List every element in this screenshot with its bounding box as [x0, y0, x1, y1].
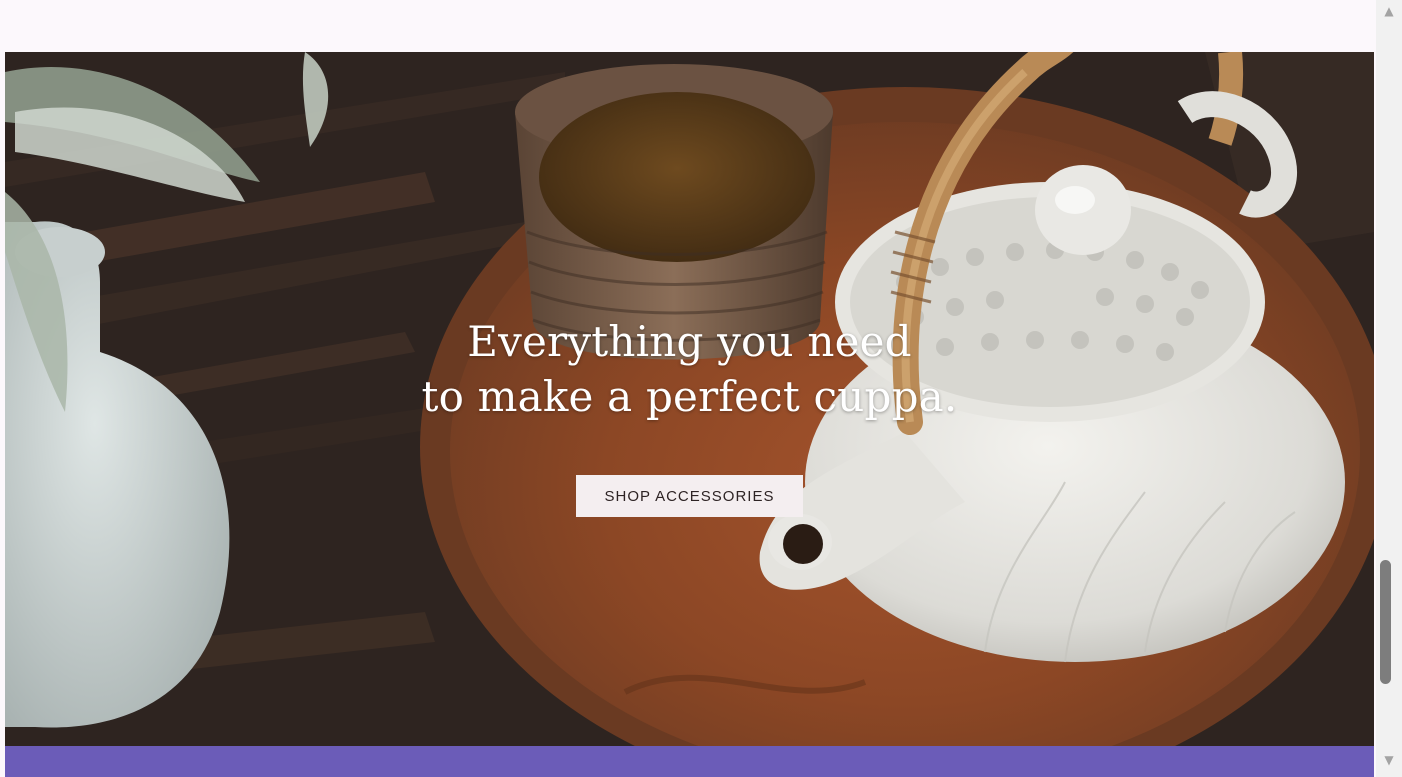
footer-brand-band [5, 746, 1374, 777]
headline-line-1: Everything you need [467, 317, 912, 366]
scroll-down-icon[interactable]: ▼ [1376, 749, 1402, 771]
headline-line-2: to make a perfect cuppa. [421, 372, 958, 421]
shop-accessories-button[interactable]: SHOP ACCESSORIES [576, 475, 803, 518]
hero-headline: Everything you need to make a perfect cu… [340, 314, 1040, 424]
hero-content: Everything you need to make a perfect cu… [5, 52, 1374, 746]
top-whitespace [0, 0, 1376, 52]
vertical-scrollbar[interactable]: ▲ ▼ [1376, 0, 1402, 777]
page: Everything you need to make a perfect cu… [0, 0, 1402, 777]
scroll-thumb[interactable] [1380, 560, 1391, 684]
scroll-up-icon[interactable]: ▲ [1376, 0, 1402, 22]
hero-banner: Everything you need to make a perfect cu… [5, 52, 1374, 746]
